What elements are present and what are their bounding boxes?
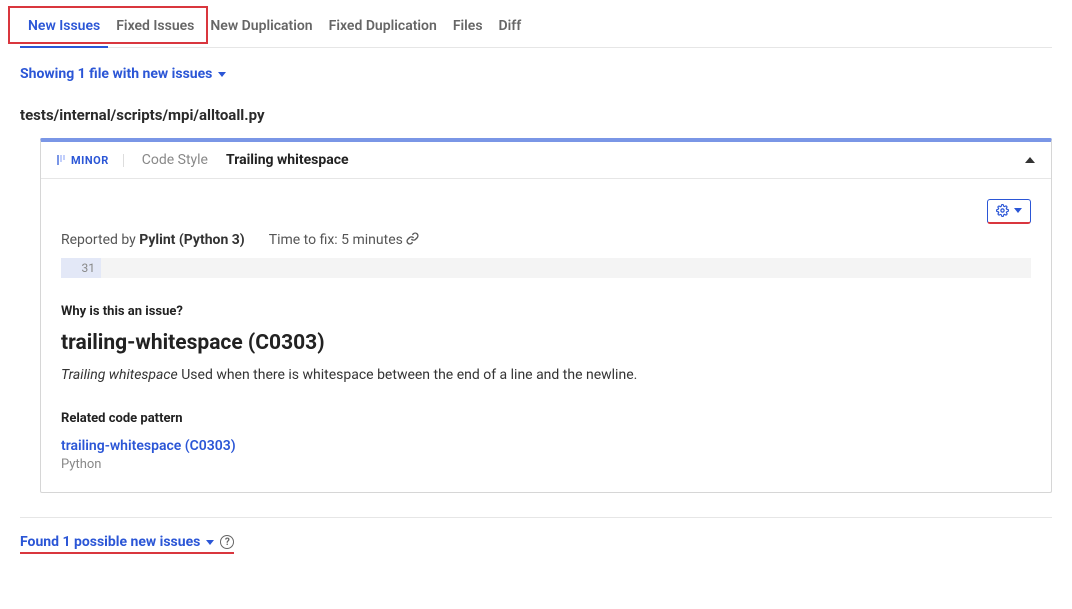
link-icon[interactable] xyxy=(406,232,419,245)
possible-issues-dropdown[interactable]: Found 1 possible new issues ? xyxy=(20,534,234,554)
issue-title: Trailing whitespace xyxy=(226,152,349,168)
file-path: tests/internal/scripts/mpi/alltoall.py xyxy=(20,106,1052,124)
line-number: 31 xyxy=(61,258,101,278)
reported-by-tool: Pylint (Python 3) xyxy=(139,232,244,248)
chevron-down-icon xyxy=(218,72,226,77)
help-icon[interactable]: ? xyxy=(220,535,234,549)
issue-card: MINOR Code Style Trailing whitespace Rep… xyxy=(40,138,1052,493)
tab-files[interactable]: Files xyxy=(445,10,491,47)
possible-issues-label: Found 1 possible new issues xyxy=(20,534,200,550)
tabs-bar: New Issues Fixed Issues New Duplication … xyxy=(20,10,1052,48)
why-heading: Why is this an issue? xyxy=(61,304,1031,319)
rule-description: Trailing whitespace Used when there is w… xyxy=(61,367,1031,383)
rule-description-text: Used when there is whitespace between th… xyxy=(178,367,638,383)
gear-icon xyxy=(996,204,1009,217)
tab-fixed-duplication[interactable]: Fixed Duplication xyxy=(321,10,445,47)
issue-settings-button[interactable] xyxy=(987,199,1031,224)
chevron-down-icon xyxy=(1014,208,1022,213)
tab-fixed-issues[interactable]: Fixed Issues xyxy=(108,10,202,47)
file-filter-label: Showing 1 file with new issues xyxy=(20,66,212,82)
pattern-link[interactable]: trailing-whitespace (C0303) xyxy=(61,438,1031,454)
issue-card-body: Reported by Pylint (Python 3) Time to fi… xyxy=(41,179,1051,492)
reported-by-label: Reported by xyxy=(61,232,139,248)
divider xyxy=(20,517,1052,518)
reported-by: Reported by Pylint (Python 3) xyxy=(61,232,245,248)
tab-new-issues[interactable]: New Issues xyxy=(20,10,108,48)
related-pattern-heading: Related code pattern xyxy=(61,411,1031,426)
time-to-fix: Time to fix: 5 minutes xyxy=(269,232,420,248)
tab-diff[interactable]: Diff xyxy=(491,10,530,47)
code-line-bar: 31 xyxy=(61,258,1031,278)
file-filter-dropdown[interactable]: Showing 1 file with new issues xyxy=(20,66,1052,82)
tab-new-duplication[interactable]: New Duplication xyxy=(202,10,320,47)
time-to-fix-label: Time to fix: xyxy=(269,232,341,248)
time-to-fix-value: 5 minutes xyxy=(341,232,403,248)
chevron-up-icon[interactable] xyxy=(1025,157,1035,163)
severity-label: MINOR xyxy=(71,154,124,167)
rule-id-heading: trailing-whitespace (C0303) xyxy=(61,331,1031,355)
chevron-down-icon xyxy=(206,540,214,545)
rule-description-term: Trailing whitespace xyxy=(61,367,178,383)
category-label: Code Style xyxy=(124,152,226,168)
pattern-language: Python xyxy=(61,457,1031,472)
severity-bars-icon xyxy=(57,155,65,165)
issue-card-header[interactable]: MINOR Code Style Trailing whitespace xyxy=(41,142,1051,179)
